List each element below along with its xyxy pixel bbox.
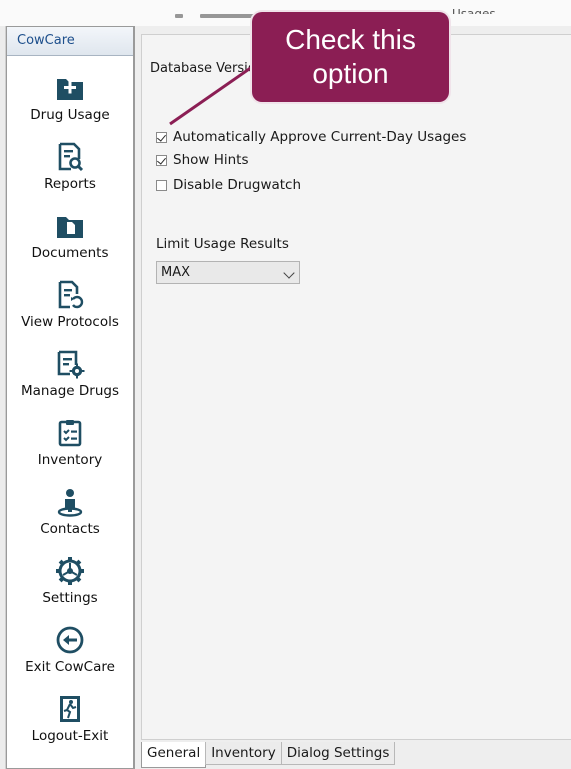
folder-plus-icon [57, 79, 83, 100]
sidebar-item-documents[interactable]: Documents [7, 211, 133, 273]
show-hints-option[interactable]: Show Hints [156, 151, 249, 169]
show-hints-checkbox[interactable] [156, 154, 167, 166]
callout-check-this-option: Check this option [252, 12, 449, 102]
sidebar-item-inventory[interactable]: Inventory [7, 418, 133, 480]
auto-approve-label: Automatically Approve Current-Day Usages [173, 129, 467, 145]
sidebar-item-contacts[interactable]: Contacts [7, 487, 133, 549]
auto-approve-option[interactable]: Automatically Approve Current-Day Usages [156, 128, 466, 146]
tab-general[interactable]: General [141, 742, 207, 768]
show-hints-label: Show Hints [173, 152, 249, 168]
clipboard-check-icon [58, 420, 82, 447]
tab-inventory[interactable]: Inventory [205, 742, 282, 765]
documents-folder-icon [57, 217, 83, 238]
sidebar-header[interactable]: CowCare [7, 27, 133, 56]
sidebar-item-manage-drugs[interactable]: Manage Drugs [7, 349, 133, 411]
sidebar-item-label: Reports [44, 176, 96, 192]
sidebar-item-label: Manage Drugs [20, 383, 120, 399]
sidebar-item-label: Settings [42, 590, 98, 606]
settings-panel: Database Version Automatically Approve C… [134, 26, 571, 769]
disable-drugwatch-label: Disable Drugwatch [173, 177, 302, 193]
protocol-refresh-icon [58, 280, 84, 309]
settings-tabs: General Inventory Dialog Settings [141, 742, 396, 768]
document-gear-icon [57, 350, 85, 379]
report-search-icon [58, 142, 84, 172]
database-version-label: Database Version [150, 61, 264, 76]
sidebar-item-label: Drug Usage [30, 107, 110, 123]
sidebar-item-drug-usage[interactable]: Drug Usage [7, 73, 133, 135]
sidebar-item-label: Exit CowCare [25, 659, 115, 675]
limit-usage-results-value: MAX [161, 265, 191, 280]
exit-arrow-icon [56, 626, 84, 654]
chevron-down-icon [283, 267, 295, 279]
auto-approve-checkbox[interactable] [156, 131, 167, 143]
sidebar-item-label: View Protocols [21, 314, 119, 330]
cut-window-text: Usages [452, 7, 496, 14]
person-icon [57, 489, 83, 517]
gear-icon [56, 557, 84, 585]
cut-text-fragment [175, 14, 183, 18]
disable-drugwatch-checkbox[interactable] [156, 179, 167, 191]
sidebar-item-reports[interactable]: Reports [7, 142, 133, 204]
sidebar-item-settings[interactable]: Settings [7, 556, 133, 618]
disable-drugwatch-option[interactable]: Disable Drugwatch [156, 176, 301, 194]
general-settings-content: Database Version Automatically Approve C… [141, 34, 571, 740]
sidebar-item-label: Logout-Exit [31, 728, 109, 744]
sidebar-item-exit-cowcare[interactable]: Exit CowCare [7, 625, 133, 687]
sidebar-item-logout-exit[interactable]: Logout-Exit [7, 694, 133, 756]
sidebar: CowCare Drug Usage Reports Documents Vie… [6, 26, 134, 769]
callout-text: Check this option [285, 24, 416, 89]
limit-usage-results-label: Limit Usage Results [156, 236, 289, 252]
sidebar-item-label: Contacts [40, 521, 100, 537]
tab-dialog-settings[interactable]: Dialog Settings [280, 742, 396, 765]
logout-door-icon [60, 696, 80, 722]
sidebar-item-view-protocols[interactable]: View Protocols [7, 280, 133, 342]
sidebar-item-label: Inventory [37, 452, 103, 468]
limit-usage-results-select[interactable]: MAX [156, 261, 300, 284]
sidebar-item-label: Documents [31, 245, 109, 261]
